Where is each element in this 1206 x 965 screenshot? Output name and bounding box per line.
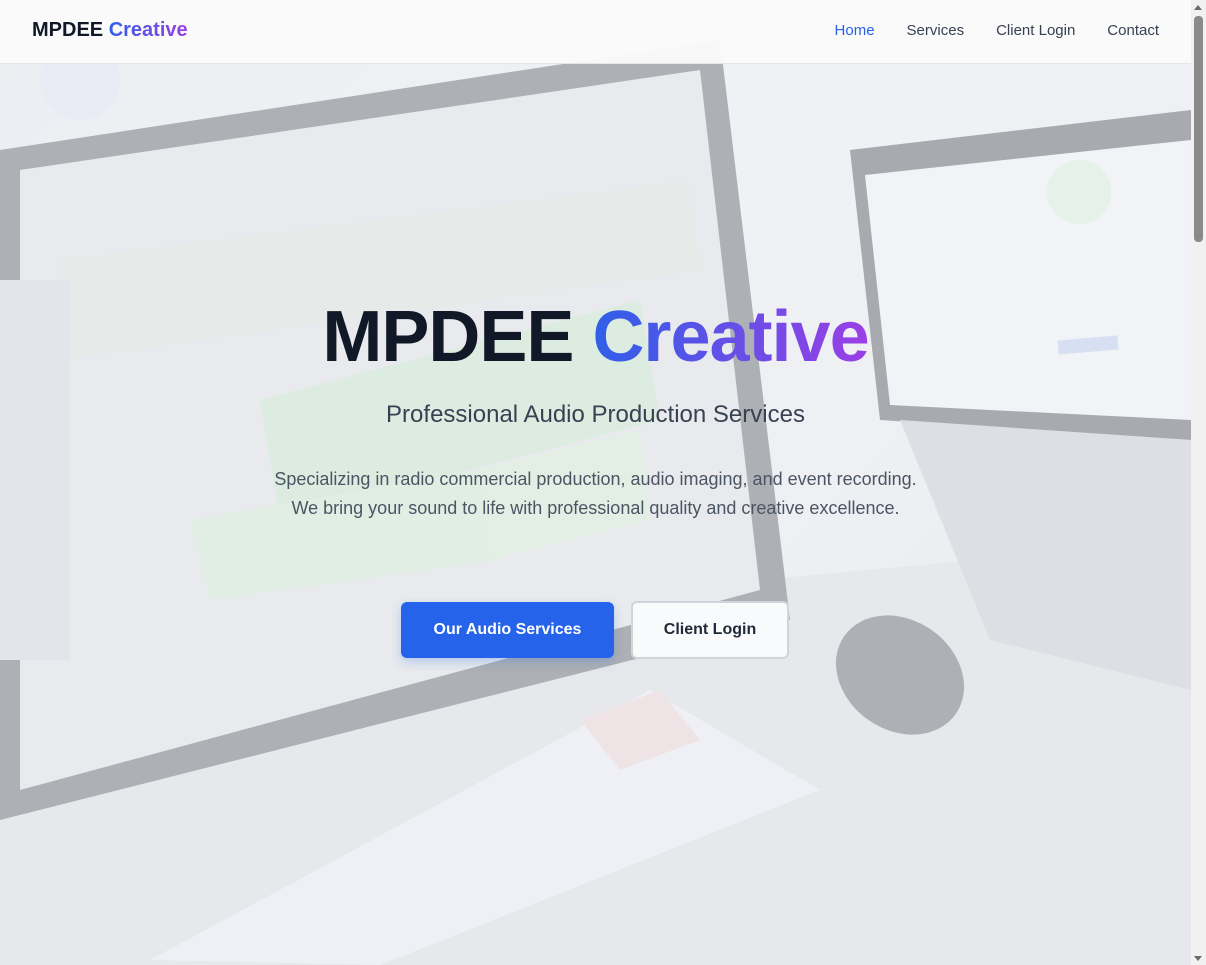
hero-subtitle: Professional Audio Production Services	[386, 401, 805, 428]
hero-title: MPDEE Creative	[0, 296, 1191, 378]
nav-link-home[interactable]: Home	[835, 22, 875, 39]
scrollbar-thumb[interactable]	[1194, 16, 1203, 242]
hero-description: Specializing in radio commercial product…	[274, 469, 917, 518]
hero-title-accent: Creative	[592, 297, 869, 377]
our-audio-services-button[interactable]: Our Audio Services	[401, 602, 614, 658]
client-login-button[interactable]: Client Login	[631, 601, 789, 659]
page-viewport: MPDEE Creative Home Services Client Logi…	[0, 0, 1191, 965]
top-navbar: MPDEE Creative Home Services Client Logi…	[0, 0, 1191, 64]
nav-link-contact[interactable]: Contact	[1107, 22, 1159, 39]
nav-links: Home Services Client Login Contact	[835, 22, 1159, 39]
hero-title-main: MPDEE	[322, 297, 574, 377]
brand-logo[interactable]: MPDEE Creative	[32, 19, 188, 42]
scroll-down-arrow-icon[interactable]	[1194, 956, 1202, 961]
hero-section: MPDEE Creative Professional Audio Produc…	[0, 0, 1191, 965]
scroll-up-arrow-icon[interactable]	[1194, 5, 1202, 10]
nav-link-client-login[interactable]: Client Login	[996, 22, 1075, 39]
brand-name: MPDEE	[32, 19, 104, 41]
nav-link-services[interactable]: Services	[907, 22, 965, 39]
page-scrollbar[interactable]	[1191, 0, 1206, 965]
brand-accent-word: Creative	[108, 19, 188, 41]
